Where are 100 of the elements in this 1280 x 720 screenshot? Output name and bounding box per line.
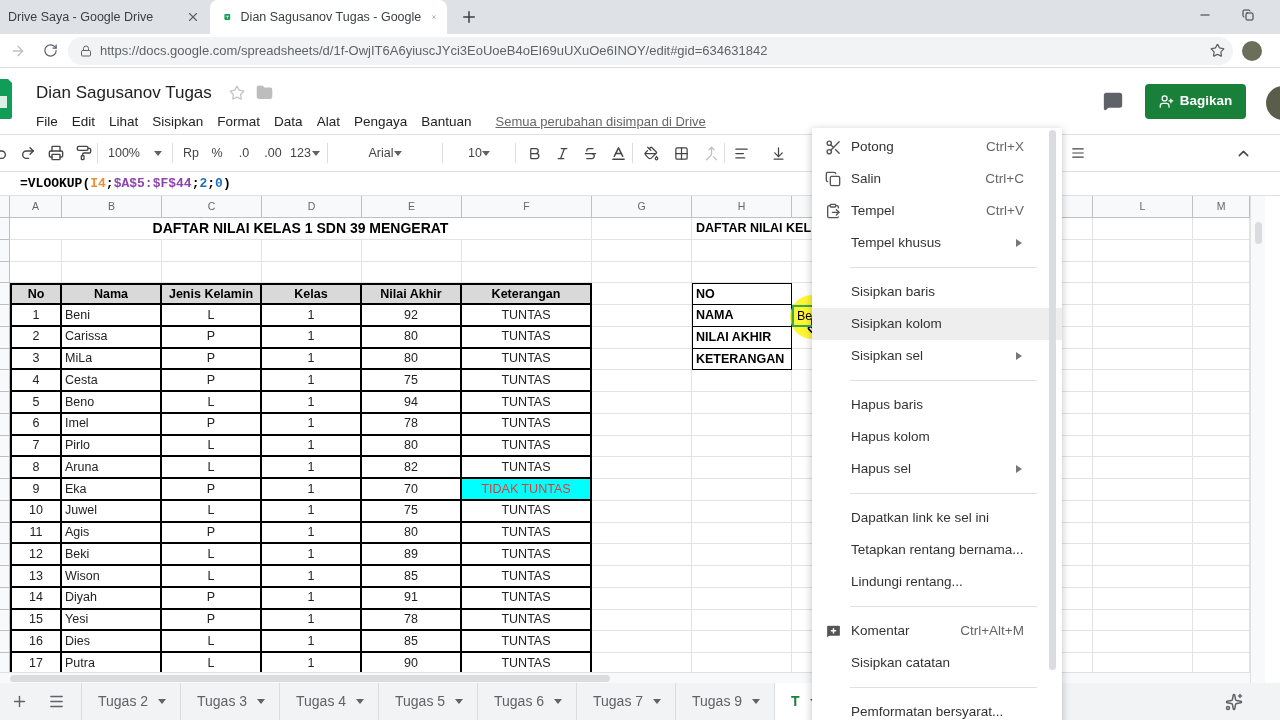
menu-item[interactable]: Lihat [109, 111, 139, 132]
empty-cell[interactable] [262, 239, 362, 262]
row-header[interactable] [0, 587, 10, 610]
redo-icon[interactable] [20, 145, 36, 161]
column-header[interactable]: D [262, 196, 362, 218]
menu-item[interactable]: Sisipkan [152, 111, 204, 132]
row-header[interactable] [0, 239, 10, 262]
empty-cell[interactable] [462, 239, 592, 262]
context-menu-item[interactable]: Sisipkan catatan [812, 647, 1062, 679]
merged-cell[interactable]: DAFTAR NILAI KELAS 1 SDN 39 MENGERAT [10, 218, 592, 240]
sheet-tab[interactable]: Tugas 4 [279, 683, 378, 720]
column-header[interactable]: G [592, 196, 692, 218]
column-header[interactable]: F [462, 196, 592, 218]
empty-cell[interactable] [1093, 392, 1193, 414]
empty-cell[interactable] [1093, 326, 1193, 349]
empty-cell[interactable] [1093, 631, 1193, 653]
all-sheets-icon[interactable] [48, 693, 65, 710]
empty-cell[interactable] [592, 239, 692, 262]
row-header[interactable] [0, 609, 10, 632]
context-menu-item[interactable]: Dapatkan link ke sel ini [812, 502, 1062, 534]
empty-cell[interactable] [1093, 479, 1193, 501]
folder-icon[interactable] [255, 84, 273, 102]
empty-cell[interactable] [1093, 609, 1193, 632]
empty-cell[interactable] [692, 261, 792, 284]
vertical-align-icon[interactable] [771, 145, 786, 161]
strikethrough-icon[interactable] [583, 145, 598, 161]
currency-button[interactable]: Rp [178, 140, 204, 166]
row-header[interactable] [0, 283, 10, 305]
menu-item[interactable]: File [36, 111, 58, 132]
column-header[interactable]: E [362, 196, 462, 218]
empty-cell[interactable] [692, 544, 792, 566]
context-menu-item[interactable]: Sisipkan sel [812, 340, 1062, 372]
bold-icon[interactable] [527, 145, 542, 161]
decrease-decimal-button[interactable]: .0 [230, 140, 258, 166]
context-menu-item[interactable]: Pemformatan bersyarat... [812, 696, 1062, 720]
menu-item[interactable]: Data [274, 111, 303, 132]
row-header[interactable] [0, 413, 10, 436]
empty-cell[interactable] [1093, 435, 1193, 458]
empty-cell[interactable] [1093, 544, 1193, 566]
empty-cell[interactable] [692, 566, 792, 588]
vertical-scrollbar[interactable] [1254, 222, 1262, 244]
fill-color-icon[interactable] [644, 145, 659, 161]
sheet-tab[interactable]: Tugas 6 [477, 683, 576, 720]
column-header[interactable]: H [692, 196, 792, 218]
empty-cell[interactable] [1093, 457, 1193, 479]
empty-cell[interactable] [1093, 413, 1193, 436]
empty-cell[interactable] [692, 370, 792, 392]
number-format-dropdown[interactable]: 123 [288, 140, 322, 166]
more-formats-icon[interactable] [1071, 146, 1085, 160]
row-header[interactable] [0, 392, 10, 414]
formula-text[interactable]: =VLOOKUP(I4;$A$5:$F$44;2;0) [20, 173, 231, 194]
zoom-dropdown[interactable]: 100% [103, 140, 167, 166]
star-icon[interactable] [228, 84, 245, 101]
context-menu-item[interactable]: Tetapkan rentang bernama... [812, 534, 1062, 566]
context-menu-item[interactable]: Hapus kolom [812, 421, 1062, 453]
empty-cell[interactable] [592, 261, 692, 284]
empty-cell[interactable] [1093, 239, 1193, 262]
sheet-tab[interactable]: Tugas 3 [180, 683, 279, 720]
empty-cell[interactable] [1093, 218, 1193, 240]
empty-cell[interactable] [1093, 283, 1193, 305]
row-header[interactable] [0, 544, 10, 566]
align-icon[interactable] [734, 145, 749, 161]
context-menu-item[interactable]: Sisipkan baris [812, 276, 1062, 308]
horizontal-scrollbar[interactable] [10, 674, 610, 682]
new-tab-icon[interactable] [460, 8, 478, 26]
context-menu-item[interactable]: Tempel khusus [812, 227, 1062, 259]
italic-icon[interactable] [555, 145, 570, 161]
empty-cell[interactable] [692, 239, 792, 262]
empty-cell[interactable] [1093, 500, 1193, 523]
empty-cell[interactable] [692, 587, 792, 610]
menu-item[interactable]: Pengaya [353, 111, 408, 132]
menu-item[interactable]: Bantuan [421, 111, 472, 132]
add-sheet-icon[interactable] [11, 693, 28, 710]
row-header[interactable] [0, 261, 10, 284]
cell-text[interactable]: DAFTAR NILAI KEL [696, 219, 812, 238]
empty-cell[interactable] [592, 218, 692, 240]
sheet-tab[interactable]: Tugas 2 [81, 683, 180, 720]
sheet-tab[interactable]: Tugas 7 [576, 683, 675, 720]
empty-cell[interactable] [692, 479, 792, 501]
close-icon[interactable] [186, 10, 200, 24]
paint-format-icon[interactable] [76, 145, 92, 161]
document-title[interactable]: Dian Sagusanov Tugas [36, 80, 212, 106]
row-header[interactable] [0, 370, 10, 392]
empty-cell[interactable] [692, 457, 792, 479]
context-menu-item[interactable]: Lindungi rentang... [812, 566, 1062, 598]
column-header[interactable]: B [62, 196, 162, 218]
row-header[interactable] [0, 218, 10, 240]
context-menu-item[interactable]: Potong Ctrl+X [812, 131, 1062, 163]
empty-cell[interactable] [1093, 566, 1193, 588]
reload-icon[interactable] [43, 43, 58, 58]
column-header[interactable]: L [1093, 196, 1193, 218]
explore-icon[interactable] [1225, 692, 1243, 711]
bookmark-star-icon[interactable] [1210, 43, 1225, 58]
percent-button[interactable]: % [204, 140, 230, 166]
text-color-icon[interactable] [610, 144, 627, 162]
row-header[interactable] [0, 631, 10, 653]
print-icon[interactable] [48, 145, 64, 161]
empty-cell[interactable] [62, 239, 162, 262]
empty-cell[interactable] [692, 522, 792, 545]
row-header[interactable] [0, 653, 10, 672]
